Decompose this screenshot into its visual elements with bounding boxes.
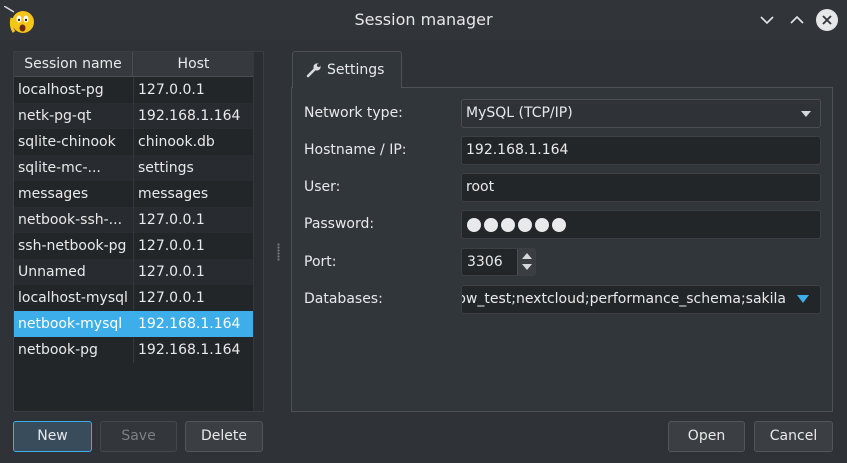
session-name-cell: localhost-pg bbox=[14, 77, 134, 103]
table-row[interactable]: netbook-pg 192.168.1.164 bbox=[14, 337, 254, 363]
hostname-value: 192.168.1.164 bbox=[466, 142, 569, 158]
chevron-down-icon bbox=[801, 111, 811, 117]
password-dot bbox=[518, 217, 532, 232]
tab-settings-label: Settings bbox=[327, 62, 385, 78]
host-cell: 192.168.1.164 bbox=[138, 316, 241, 332]
session-name-cell: netbook-pg bbox=[14, 337, 134, 363]
session-name-cell: messages bbox=[14, 181, 134, 207]
session-name-cell: netbook-ssh-... bbox=[14, 207, 134, 233]
chevron-down-icon bbox=[760, 16, 774, 25]
host-cell: 192.168.1.164 bbox=[138, 342, 241, 358]
session-name-cell: localhost-mysql bbox=[14, 285, 134, 311]
vertical-scrollbar[interactable] bbox=[253, 52, 263, 411]
user-field[interactable]: root bbox=[461, 173, 821, 202]
close-icon bbox=[822, 15, 832, 25]
port-spinbox[interactable]: 3306 bbox=[461, 248, 536, 276]
network-type-label: Network type: bbox=[304, 105, 403, 121]
session-name-cell: sqlite-mc-... bbox=[14, 155, 134, 181]
password-dot bbox=[501, 217, 515, 232]
port-label: Port: bbox=[304, 254, 337, 270]
password-field[interactable] bbox=[461, 210, 821, 239]
host-cell: chinook.db bbox=[138, 134, 215, 150]
host-cell: settings bbox=[138, 160, 194, 176]
host-cell: 127.0.0.1 bbox=[138, 290, 205, 306]
splitter-handle[interactable] bbox=[277, 243, 280, 261]
table-row[interactable]: Unnamed 127.0.0.1 bbox=[14, 259, 254, 285]
password-mask bbox=[466, 211, 820, 238]
host-cell: 127.0.0.1 bbox=[138, 238, 205, 254]
hostname-field[interactable]: 192.168.1.164 bbox=[461, 136, 821, 165]
session-name-cell: Unnamed bbox=[14, 259, 134, 285]
host-cell: 127.0.0.1 bbox=[138, 264, 205, 280]
session-name-cell: netk-pg-qt bbox=[14, 103, 134, 129]
close-button[interactable] bbox=[816, 9, 838, 31]
spin-down-icon[interactable] bbox=[522, 264, 532, 270]
table-row[interactable]: netbook-mysql 192.168.1.164 bbox=[14, 311, 254, 337]
port-stepper[interactable] bbox=[517, 249, 535, 275]
spin-up-icon[interactable] bbox=[522, 253, 532, 259]
session-table[interactable]: Session name Host localhost-pg 127.0.0.1 n… bbox=[13, 51, 264, 412]
table-row[interactable]: sqlite-mc-... settings bbox=[14, 155, 254, 181]
password-label: Password: bbox=[304, 216, 375, 232]
session-name-cell: sqlite-chinook bbox=[14, 129, 134, 155]
network-type-select[interactable]: MySQL (TCP/IP) bbox=[461, 99, 821, 128]
session-rows: localhost-pg 127.0.0.1 netk-pg-qt 192.168.1… bbox=[14, 77, 254, 363]
tab-settings[interactable]: Settings bbox=[292, 51, 402, 88]
wrench-icon bbox=[306, 63, 321, 78]
chevron-up-icon bbox=[790, 15, 804, 24]
host-cell: 127.0.0.1 bbox=[138, 82, 205, 98]
maximize-button[interactable] bbox=[785, 8, 809, 32]
table-row[interactable]: netk-pg-qt 192.168.1.164 bbox=[14, 103, 254, 129]
delete-button[interactable]: Delete bbox=[185, 421, 263, 452]
save-button[interactable]: Save bbox=[100, 421, 177, 452]
table-row[interactable]: sqlite-chinook chinook.db bbox=[14, 129, 254, 155]
chevron-down-icon[interactable] bbox=[797, 295, 809, 303]
cancel-button[interactable]: Cancel bbox=[754, 421, 833, 452]
window-title: Session manager bbox=[354, 10, 493, 29]
user-label: User: bbox=[304, 179, 341, 195]
column-header-host[interactable]: Host bbox=[133, 52, 254, 77]
column-header-session-name[interactable]: Session name bbox=[14, 52, 133, 77]
new-button[interactable]: New bbox=[13, 421, 92, 452]
table-row[interactable]: localhost-pg 127.0.0.1 bbox=[14, 77, 254, 103]
network-type-value: MySQL (TCP/IP) bbox=[466, 105, 573, 121]
user-value: root bbox=[466, 179, 495, 195]
open-button[interactable]: Open bbox=[668, 421, 745, 452]
password-dot bbox=[535, 217, 549, 232]
host-cell: 127.0.0.1 bbox=[138, 212, 205, 228]
session-name-cell: netbook-mysql bbox=[14, 311, 134, 337]
databases-label: Databases: bbox=[304, 291, 383, 307]
password-dot bbox=[552, 217, 566, 232]
password-dot bbox=[467, 217, 481, 232]
title-bar: Session manager bbox=[0, 0, 847, 40]
password-dot bbox=[484, 217, 498, 232]
databases-value: ow_test;nextcloud;performance_schema;sak… bbox=[461, 291, 786, 307]
table-row[interactable]: netbook-ssh-... 127.0.0.1 bbox=[14, 207, 254, 233]
table-row[interactable]: ssh-netbook-pg 127.0.0.1 bbox=[14, 233, 254, 259]
hostname-label: Hostname / IP: bbox=[304, 142, 407, 158]
table-row[interactable]: messages messages bbox=[14, 181, 254, 207]
port-value: 3306 bbox=[467, 254, 503, 270]
host-cell: messages bbox=[138, 186, 209, 202]
table-header: Session name Host bbox=[14, 52, 254, 77]
minimize-button[interactable] bbox=[755, 8, 779, 32]
table-row[interactable]: localhost-mysql 127.0.0.1 bbox=[14, 285, 254, 311]
databases-field[interactable]: ow_test;nextcloud;performance_schema;sak… bbox=[461, 285, 821, 314]
session-name-cell: ssh-netbook-pg bbox=[14, 233, 134, 259]
host-cell: 192.168.1.164 bbox=[138, 108, 241, 124]
